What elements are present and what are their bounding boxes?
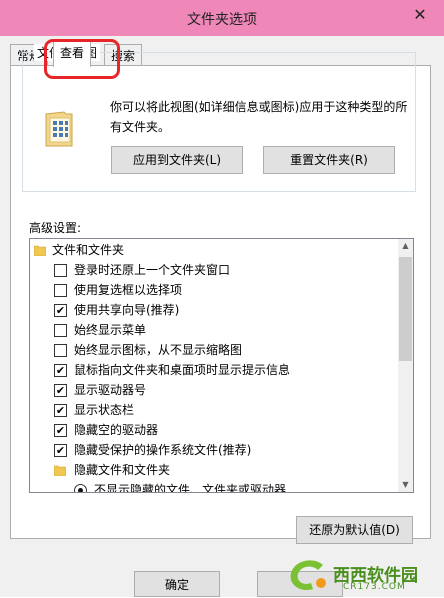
description-line-2: 有文件夹。 xyxy=(110,120,171,134)
radio-selected[interactable] xyxy=(74,484,87,492)
tree-folder-label: 文件和文件夹 xyxy=(52,243,125,257)
option-label: 显示状态栏 xyxy=(74,403,135,417)
folder-view-icon xyxy=(45,111,73,147)
checkbox-checked[interactable]: ✔ xyxy=(54,404,67,417)
scrollbar-thumb[interactable] xyxy=(399,257,412,361)
option-label: 使用共享向导(推荐) xyxy=(74,303,180,317)
checkbox-checked[interactable]: ✔ xyxy=(54,444,67,457)
advanced-settings-label: 高级设置: xyxy=(29,221,82,235)
checkbox[interactable] xyxy=(54,344,67,357)
option-label: 始终显示菜单 xyxy=(74,323,147,337)
watermark-logo-icon xyxy=(290,560,326,591)
description-line-1: 你可以将此视图(如详细信息或图标)应用于这种类型的所 xyxy=(110,100,408,114)
reset-folders-button[interactable]: 重置文件夹(R) xyxy=(263,146,395,174)
option-label: 使用复选框以选择项 xyxy=(74,283,183,297)
radio-dot xyxy=(78,488,83,492)
scroll-up-icon[interactable]: ▲ xyxy=(398,239,413,253)
watermark: 西西软件园 CR173.COM xyxy=(283,557,443,595)
window-title: 文件夹选项 xyxy=(187,12,257,28)
option-label: 显示驱动器号 xyxy=(74,383,147,397)
checkbox[interactable] xyxy=(54,284,67,297)
tree-scrollbar[interactable]: ▲ ▼ xyxy=(398,239,413,492)
checkbox-checked[interactable]: ✔ xyxy=(54,304,67,317)
folder-icon xyxy=(34,245,46,256)
folder-icon xyxy=(54,465,66,476)
checkbox-checked[interactable]: ✔ xyxy=(54,424,67,437)
option-label: 登录时还原上一个文件夹窗口 xyxy=(74,263,231,277)
highlight-annotation xyxy=(44,39,120,79)
checkbox-checked[interactable]: ✔ xyxy=(54,364,67,377)
close-icon[interactable]: ✕ xyxy=(410,5,430,25)
ok-button[interactable]: 确定 xyxy=(134,571,220,597)
apply-to-folders-button[interactable]: 应用到文件夹(L) xyxy=(111,146,243,174)
checkbox-checked[interactable]: ✔ xyxy=(54,384,67,397)
scroll-down-icon[interactable]: ▼ xyxy=(398,478,413,492)
checkbox[interactable] xyxy=(54,264,67,277)
option-label: 鼠标指向文件夹和桌面项时显示提示信息 xyxy=(74,363,291,377)
option-label: 不显示隐藏的文件、文件夹或驱动器 xyxy=(94,483,287,493)
option-label: 隐藏受保护的操作系统文件(推荐) xyxy=(74,443,252,457)
option-label: 始终显示图标，从不显示缩略图 xyxy=(74,343,243,357)
tree-folder-label: 隐藏文件和文件夹 xyxy=(74,463,171,477)
option-label: 隐藏空的驱动器 xyxy=(74,423,159,437)
watermark-url: CR173.COM xyxy=(343,582,406,592)
checkbox[interactable] xyxy=(54,324,67,337)
restore-defaults-button[interactable]: 还原为默认值(D) xyxy=(296,516,413,544)
advanced-settings-tree[interactable]: 文件和文件夹 登录时还原上一个文件夹窗口 使用复选框以选择项 ✔ 使用共享向导(… xyxy=(29,238,414,493)
folder-views-description: 你可以将此视图(如详细信息或图标)应用于这种类型的所 有文件夹。 xyxy=(110,97,410,137)
title-bar: 文件夹选项 ✕ xyxy=(0,0,444,36)
